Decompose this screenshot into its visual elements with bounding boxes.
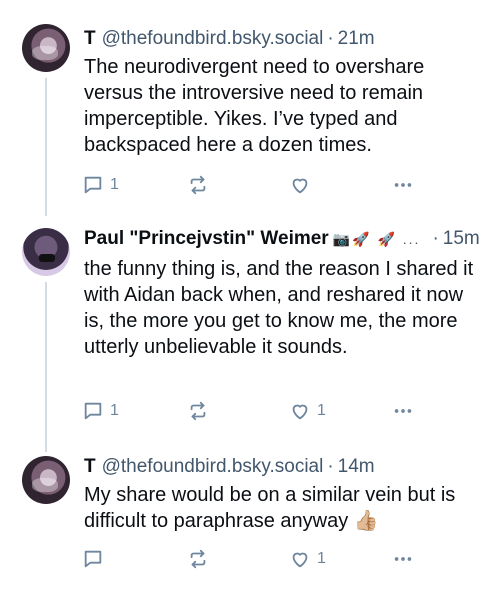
separator: · — [327, 28, 334, 49]
avatar[interactable] — [22, 456, 70, 504]
more-button[interactable] — [392, 548, 414, 570]
like-icon — [292, 552, 308, 568]
post-actions: 1 — [76, 548, 416, 570]
avatar[interactable] — [22, 228, 70, 276]
post-text: My share would be on a similar vein but … — [84, 484, 456, 532]
author-name[interactable]: T — [84, 454, 96, 480]
thread-line — [45, 78, 47, 216]
like-button[interactable]: 1 — [289, 548, 326, 570]
post-text: the funny thing is, and the reason I sha… — [84, 258, 474, 358]
reply-icon — [84, 402, 102, 420]
reply-button[interactable]: 1 — [82, 174, 119, 196]
more-icon — [394, 183, 412, 187]
more-icon — [394, 409, 412, 413]
reply-count: 1 — [110, 402, 119, 419]
like-button[interactable] — [289, 174, 317, 196]
separator: · — [432, 228, 439, 249]
repost-button[interactable] — [187, 174, 209, 196]
reply-button[interactable] — [82, 548, 110, 570]
more-button[interactable] — [392, 174, 414, 196]
reply-icon — [84, 176, 102, 194]
like-icon — [292, 178, 308, 194]
author-handle[interactable]: @thefoundbird.bsky.social — [102, 26, 324, 52]
more-icon — [394, 557, 412, 561]
reply-count: 1 — [110, 176, 119, 193]
repost-icon — [190, 549, 206, 569]
post-header: T @thefoundbird.bsky.social · 21m — [84, 26, 375, 52]
repost-button[interactable] — [187, 548, 209, 570]
repost-icon — [190, 401, 206, 421]
timestamp[interactable]: 21m — [338, 26, 375, 52]
like-button[interactable]: 1 — [289, 400, 326, 422]
reply-button[interactable]: 1 — [82, 400, 119, 422]
avatar[interactable] — [22, 24, 70, 72]
name-emojis: 📷🚀 🚀 ... — [332, 231, 421, 247]
reply-icon — [84, 550, 102, 568]
author-name[interactable]: Paul "Princejvstin" Weimer — [84, 226, 329, 252]
like-count: 1 — [317, 402, 326, 419]
separator: · — [327, 456, 334, 477]
post-header: T @thefoundbird.bsky.social · 14m — [84, 454, 375, 480]
like-icon — [292, 404, 308, 420]
thread-line — [45, 282, 47, 452]
post-actions: 1 1 — [76, 400, 416, 422]
post-header: Paul "Princejvstin" Weimer 📷🚀 🚀 ... · 15… — [84, 226, 480, 252]
repost-button[interactable] — [187, 400, 209, 422]
repost-icon — [190, 175, 206, 195]
author-name[interactable]: T — [84, 26, 96, 52]
like-count: 1 — [317, 550, 326, 567]
post-actions: 1 — [76, 174, 416, 196]
timestamp[interactable]: 14m — [338, 454, 375, 480]
author-handle[interactable]: @thefoundbird.bsky.social — [102, 454, 324, 480]
timestamp[interactable]: 15m — [443, 226, 480, 252]
more-button[interactable] — [392, 400, 414, 422]
post-text: The neurodivergent need to overshare ver… — [84, 56, 425, 156]
